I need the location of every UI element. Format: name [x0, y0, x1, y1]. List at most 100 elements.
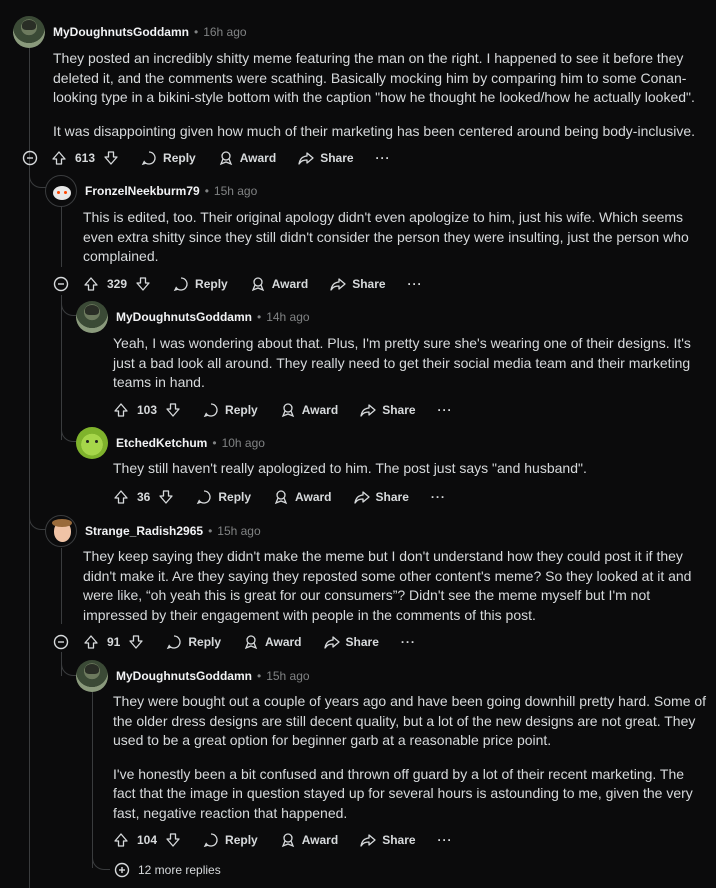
comment: FronzelNeekburm79 • 15h ago [45, 175, 705, 207]
separator-dot: • [204, 184, 209, 198]
reply-button[interactable]: Reply [203, 402, 258, 418]
separator-dot: • [212, 436, 217, 450]
arrow-down-icon[interactable] [135, 276, 151, 292]
award-label: Award [295, 490, 332, 504]
minus-circle-icon[interactable] [53, 634, 69, 650]
comment-timestamp: 15h ago [217, 524, 261, 538]
award-label: Award [301, 403, 339, 417]
share-arrow-icon [360, 834, 376, 847]
speech-bubble-icon [173, 277, 188, 292]
avatar[interactable] [45, 515, 77, 547]
avatar[interactable] [13, 16, 45, 48]
share-label: Share [345, 635, 379, 649]
separator-dot: • [256, 310, 262, 324]
ellipsis-icon[interactable]: ··· [376, 151, 391, 165]
comment-author[interactable]: EtchedKetchum [116, 436, 207, 450]
comment-author[interactable]: FronzelNeekburm79 [85, 184, 200, 198]
award-icon [219, 151, 232, 166]
comment-actions: 613 Reply Award Share ··· [51, 143, 391, 173]
arrow-up-icon[interactable] [113, 402, 129, 418]
share-label: Share [375, 490, 409, 504]
avatar[interactable] [76, 660, 108, 692]
award-button[interactable]: Award [218, 150, 276, 166]
minus-circle-icon[interactable] [22, 150, 38, 166]
award-button[interactable]: Award [273, 489, 332, 505]
comment-paragraph: It was disappointing given how much of t… [53, 122, 696, 139]
arrow-down-icon[interactable] [103, 150, 119, 166]
comment-author[interactable]: MyDoughnutsGoddamn [116, 669, 252, 683]
comment-actions: 103 Reply Award Share ··· [113, 395, 453, 425]
ellipsis-icon[interactable]: ··· [438, 403, 453, 417]
more-replies-button[interactable]: 12 more replies [114, 862, 221, 878]
share-arrow-icon [330, 278, 346, 291]
reply-button[interactable]: Reply [196, 489, 251, 505]
comment-body: They posted an incredibly shitty meme fe… [53, 49, 713, 141]
award-button[interactable]: Award [243, 634, 302, 650]
ellipsis-icon[interactable]: ··· [431, 490, 446, 504]
share-label: Share [320, 151, 354, 165]
comment-paragraph: They posted an incredibly shitty meme fe… [53, 50, 695, 105]
avatar[interactable] [76, 427, 108, 459]
comment-author[interactable]: MyDoughnutsGoddamn [116, 310, 252, 324]
reply-label: Reply [188, 635, 222, 649]
award-button[interactable]: Award [280, 402, 338, 418]
thread-line-level2 [61, 548, 62, 624]
avatar[interactable] [76, 301, 108, 333]
award-button[interactable]: Award [280, 832, 338, 848]
comment-author[interactable]: Strange_Radish2965 [85, 524, 203, 538]
reply-button[interactable]: Reply [141, 150, 196, 166]
share-button[interactable]: Share [323, 634, 379, 650]
award-icon [281, 833, 294, 848]
comment-timestamp: 14h ago [266, 310, 310, 324]
reply-label: Reply [195, 277, 228, 291]
arrow-up-icon[interactable] [51, 150, 67, 166]
arrow-down-icon[interactable] [165, 832, 181, 848]
more-replies-label: 12 more replies [138, 863, 221, 877]
comment-timestamp: 15h ago [266, 669, 310, 683]
thread-connector [29, 170, 46, 188]
share-button[interactable]: Share [330, 276, 386, 292]
thread-line-level2 [61, 295, 62, 440]
share-button[interactable]: Share [360, 832, 416, 848]
comment-actions: 36 Reply Award Share ··· [113, 482, 446, 512]
share-button[interactable]: Share [353, 489, 409, 505]
comment-actions: 104 Reply Award Share ··· [113, 825, 453, 855]
thread-connector [61, 656, 77, 676]
thread-line-level3 [92, 692, 93, 868]
thread-connector [29, 512, 46, 530]
plus-circle-icon [114, 862, 130, 878]
ellipsis-icon[interactable]: ··· [438, 833, 453, 847]
speech-bubble-icon [167, 635, 181, 650]
arrow-up-icon[interactable] [83, 634, 99, 650]
share-button[interactable]: Share [298, 150, 354, 166]
arrow-up-icon[interactable] [83, 276, 99, 292]
arrow-down-icon[interactable] [158, 489, 174, 505]
arrow-down-icon[interactable] [165, 402, 181, 418]
minus-circle-icon[interactable] [53, 276, 69, 292]
speech-bubble-icon [141, 151, 156, 166]
comment-body: They were bought out a couple of years a… [113, 692, 709, 823]
thread-connector [61, 420, 77, 442]
arrow-up-icon[interactable] [113, 489, 129, 505]
comment-body: Yeah, I was wondering about that. Plus, … [113, 334, 708, 393]
award-icon [251, 277, 264, 292]
arrow-up-icon[interactable] [113, 832, 129, 848]
share-label: Share [382, 403, 416, 417]
award-icon [274, 490, 288, 505]
reply-button[interactable]: Reply [203, 832, 258, 848]
ellipsis-icon[interactable]: ··· [401, 635, 416, 649]
reply-button[interactable]: Reply [166, 634, 221, 650]
reply-label: Reply [225, 403, 258, 417]
reply-button[interactable]: Reply [173, 276, 228, 292]
comment-body: They keep saying they didn't make the me… [83, 547, 709, 625]
comment-author[interactable]: MyDoughnutsGoddamn [53, 25, 189, 39]
arrow-down-icon[interactable] [128, 634, 144, 650]
vote-count: 103 [137, 403, 158, 417]
comment-paragraph: They keep saying they didn't make the me… [83, 548, 692, 623]
avatar[interactable] [45, 175, 77, 207]
ellipsis-icon[interactable]: ··· [408, 277, 423, 291]
award-button[interactable]: Award [250, 276, 308, 292]
award-label: Award [271, 277, 309, 291]
comment-actions: 329 Reply Award Share ··· [83, 269, 423, 299]
share-button[interactable]: Share [360, 402, 416, 418]
